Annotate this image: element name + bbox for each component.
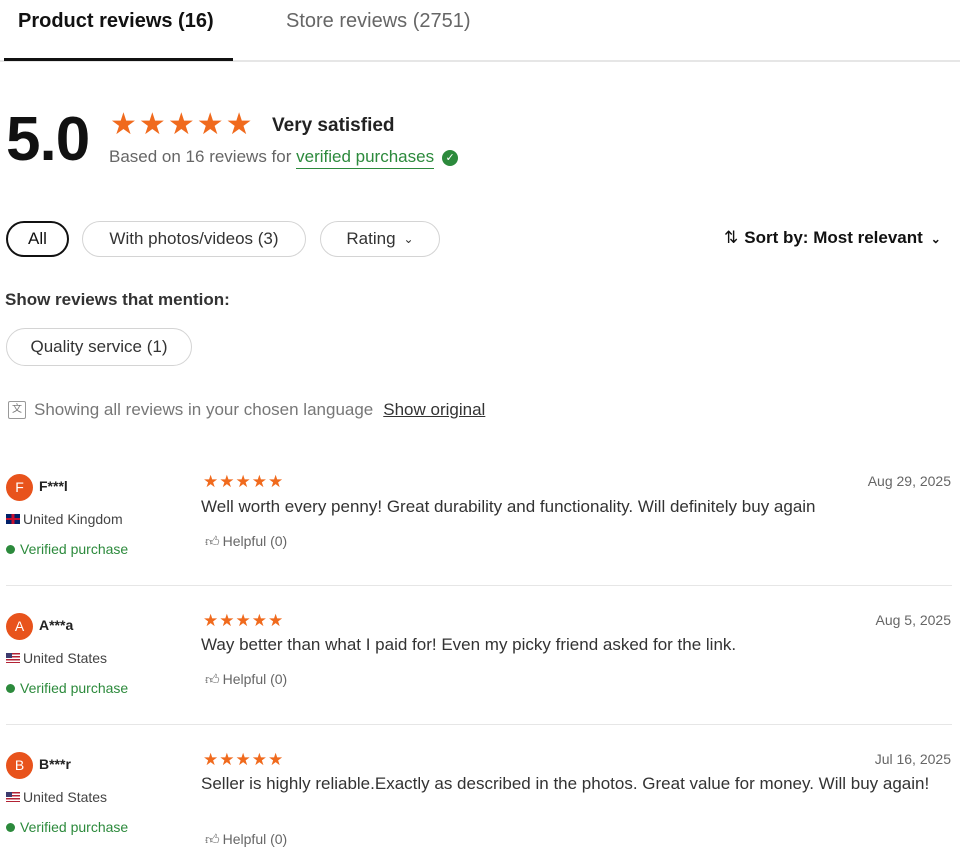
star-icon: ★ bbox=[110, 108, 137, 141]
star-icon: ★ bbox=[251, 472, 267, 491]
star-icon: ★ bbox=[219, 472, 235, 491]
helpful-button[interactable]: 👍︎ Helpful (0) bbox=[205, 533, 287, 550]
star-icon: ★ bbox=[219, 750, 235, 769]
star-icon: ★ bbox=[196, 108, 224, 141]
review-text: Way better than what I paid for! Even my… bbox=[201, 635, 737, 654]
helpful-button[interactable]: 👍︎ Helpful (0) bbox=[205, 831, 287, 848]
star-icon: ★ bbox=[225, 108, 253, 141]
star-icon: ★ bbox=[235, 472, 251, 491]
tab-product-reviews[interactable]: Product reviews (16) bbox=[18, 10, 214, 33]
verified-purchase-label: Verified purchase bbox=[20, 680, 129, 696]
sort-dropdown[interactable]: ⇅ Sort by: Most relevant ⌄ bbox=[724, 228, 941, 248]
review-basis-text: Based on 16 reviews for bbox=[109, 147, 292, 166]
us-flag-icon bbox=[6, 792, 20, 802]
star-icon: ★ bbox=[268, 611, 284, 630]
helpful-button[interactable]: 👍︎ Helpful (0) bbox=[205, 671, 287, 688]
mention-chip-label: Quality service (1) bbox=[30, 337, 168, 356]
satisfaction-label: Very satisfied bbox=[272, 115, 395, 136]
reviewer-name: B***r bbox=[39, 756, 71, 772]
translate-icon: 文 bbox=[8, 401, 26, 419]
star-icon: ★ bbox=[235, 611, 251, 630]
verified-purchase-badge: Verified purchase bbox=[6, 680, 128, 696]
review-text: Well worth every penny! Great durability… bbox=[201, 497, 816, 516]
avatar: A bbox=[6, 613, 33, 640]
filter-all-label: All bbox=[28, 229, 47, 248]
country-label: United States bbox=[23, 650, 108, 666]
thumbs-up-icon: 👍︎ bbox=[205, 831, 220, 847]
overall-stars: ★ ★ ★ ★ ★ bbox=[110, 110, 253, 140]
country-label: United States bbox=[23, 789, 108, 805]
overall-score: 5.0 bbox=[6, 105, 90, 174]
verified-purchases-link[interactable]: verified purchases bbox=[296, 147, 435, 169]
reviewer-country: United States bbox=[6, 789, 107, 805]
verified-check-icon bbox=[6, 822, 15, 832]
reviewer-country: United States bbox=[6, 650, 107, 666]
star-icon: ★ bbox=[203, 750, 219, 769]
chevron-down-icon: ⌄ bbox=[403, 232, 414, 246]
thumbs-up-icon: 👍︎ bbox=[205, 671, 220, 687]
mention-chip-quality-service[interactable]: Quality service (1) bbox=[6, 328, 192, 366]
verified-check-icon: ✓ bbox=[442, 149, 459, 166]
star-icon: ★ bbox=[251, 611, 267, 630]
verified-purchase-label: Verified purchase bbox=[20, 541, 129, 557]
star-icon: ★ bbox=[268, 750, 284, 769]
us-flag-icon bbox=[6, 653, 20, 663]
reviewer-name: A***a bbox=[39, 617, 74, 633]
star-icon: ★ bbox=[138, 108, 166, 141]
star-icon: ★ bbox=[235, 750, 251, 769]
verified-purchase-badge: Verified purchase bbox=[6, 819, 128, 835]
tab-store-reviews[interactable]: Store reviews (2751) bbox=[286, 10, 471, 33]
filter-rating-dropdown[interactable]: Rating ⌄ bbox=[320, 221, 440, 257]
sort-label: Sort by: Most relevant bbox=[744, 228, 923, 247]
avatar: B bbox=[6, 752, 33, 779]
star-icon: ★ bbox=[203, 611, 219, 630]
chevron-down-icon: ⌄ bbox=[930, 232, 941, 246]
verified-purchase-badge: Verified purchase bbox=[6, 541, 128, 557]
active-tab-indicator bbox=[4, 58, 233, 61]
review-text: Seller is highly reliable.Exactly as des… bbox=[201, 774, 930, 793]
helpful-label: Helpful (0) bbox=[222, 831, 288, 847]
country-label: United Kingdom bbox=[23, 511, 123, 527]
language-notice-text: Showing all reviews in your chosen langu… bbox=[34, 400, 374, 419]
filter-rating-label: Rating bbox=[346, 229, 396, 248]
uk-flag-icon bbox=[6, 514, 20, 524]
verified-check-icon bbox=[6, 544, 15, 554]
review-date: Aug 29, 2025 bbox=[867, 473, 951, 489]
thumbs-up-icon: 👍︎ bbox=[205, 533, 220, 549]
helpful-label: Helpful (0) bbox=[222, 533, 288, 549]
sort-icon: ⇅ bbox=[724, 228, 739, 247]
reviewer-country: United Kingdom bbox=[6, 511, 123, 527]
show-original-link[interactable]: Show original bbox=[383, 400, 485, 420]
review-basis: Based on 16 reviews for verified purchas… bbox=[109, 147, 459, 169]
avatar: F bbox=[6, 474, 33, 501]
review-tabs: Product reviews (16) Store reviews (2751… bbox=[0, 0, 960, 62]
star-icon: ★ bbox=[203, 472, 219, 491]
star-icon: ★ bbox=[167, 108, 195, 141]
review-stars: ★ ★ ★ ★ ★ bbox=[203, 612, 283, 630]
verified-check-icon bbox=[6, 683, 15, 693]
reviewer-name: F***l bbox=[39, 478, 68, 494]
star-icon: ★ bbox=[251, 750, 267, 769]
verified-purchase-label: Verified purchase bbox=[20, 819, 129, 835]
review-divider bbox=[6, 585, 952, 586]
review-date: Aug 5, 2025 bbox=[875, 612, 951, 628]
review-divider bbox=[6, 724, 952, 725]
language-notice: 文 Showing all reviews in your chosen lan… bbox=[8, 400, 485, 420]
review-stars: ★ ★ ★ ★ ★ bbox=[203, 751, 283, 769]
review-date: Jul 16, 2025 bbox=[874, 751, 951, 767]
star-icon: ★ bbox=[219, 611, 235, 630]
star-icon: ★ bbox=[268, 472, 284, 491]
helpful-label: Helpful (0) bbox=[222, 671, 288, 687]
review-stars: ★ ★ ★ ★ ★ bbox=[203, 473, 283, 491]
filter-photos-label: With photos/videos (3) bbox=[109, 229, 279, 248]
mentions-heading: Show reviews that mention: bbox=[5, 290, 230, 309]
filter-all-chip[interactable]: All bbox=[6, 221, 69, 257]
filter-photos-chip[interactable]: With photos/videos (3) bbox=[82, 221, 306, 257]
